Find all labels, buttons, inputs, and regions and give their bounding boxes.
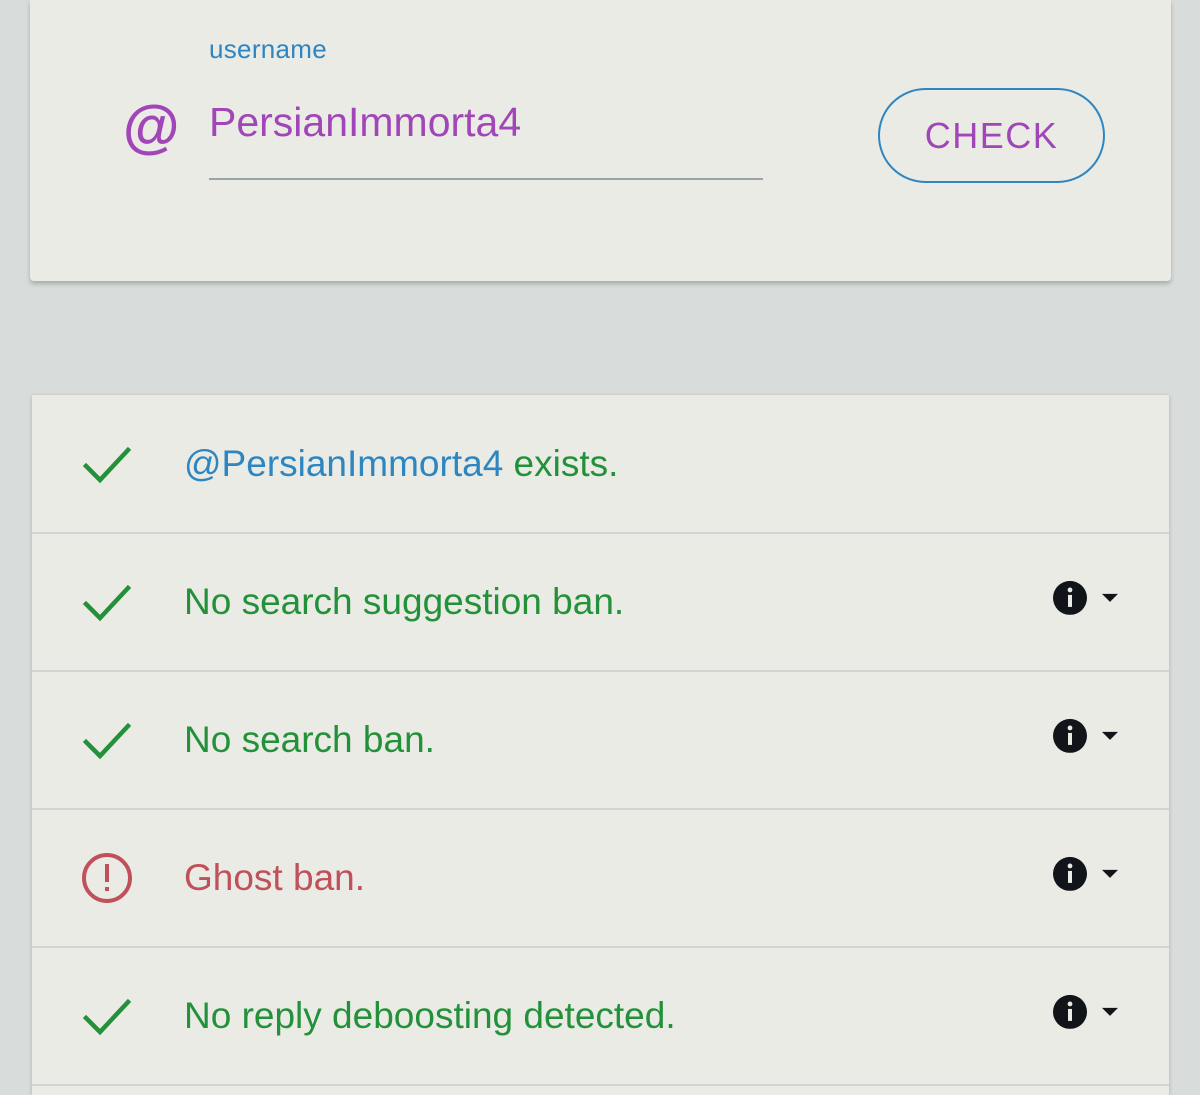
result-text: @PersianImmorta4 exists.: [184, 442, 619, 484]
info-icon[interactable]: [1053, 856, 1087, 891]
info-icon[interactable]: [1053, 580, 1087, 615]
username-input[interactable]: [209, 96, 763, 180]
result-row-search-suggestion-ban[interactable]: No search suggestion ban.: [32, 534, 1169, 672]
caret-down-icon[interactable]: [1101, 731, 1119, 741]
check-icon: [82, 446, 132, 483]
result-text: No reply deboosting detected.: [184, 995, 676, 1036]
result-row-search-ban[interactable]: No search ban.: [32, 672, 1169, 810]
check-icon: [82, 998, 132, 1036]
result-text: No search suggestion ban.: [184, 581, 625, 622]
caret-down-icon[interactable]: [1101, 1007, 1119, 1017]
at-sign-icon: @: [122, 95, 179, 160]
result-row-ghost-ban[interactable]: Ghost ban.: [32, 810, 1169, 948]
check-button[interactable]: CHECK: [878, 88, 1105, 183]
username-form-card: username @ CHECK: [30, 0, 1171, 281]
results-list: @PersianImmorta4 exists. No search sugge…: [32, 395, 1169, 1095]
alert-circle-icon: [82, 853, 132, 903]
result-actions: [1053, 580, 1119, 615]
caret-down-icon[interactable]: [1101, 869, 1119, 879]
result-row-reply-deboosting[interactable]: No reply deboosting detected.: [32, 948, 1169, 1086]
result-actions: [1053, 994, 1119, 1029]
result-text: Ghost ban.: [184, 857, 366, 898]
caret-down-icon[interactable]: [1101, 593, 1119, 603]
check-icon: [82, 584, 132, 622]
check-icon: [82, 722, 132, 760]
username-mention[interactable]: @PersianImmorta4: [184, 443, 503, 484]
result-row-exists: @PersianImmorta4 exists.: [32, 395, 1169, 534]
result-actions: [1053, 856, 1119, 891]
info-icon[interactable]: [1053, 994, 1087, 1029]
result-text: No search ban.: [184, 719, 435, 760]
username-field-label: username: [209, 34, 328, 64]
result-actions: [1053, 718, 1119, 753]
info-icon[interactable]: [1053, 718, 1087, 753]
